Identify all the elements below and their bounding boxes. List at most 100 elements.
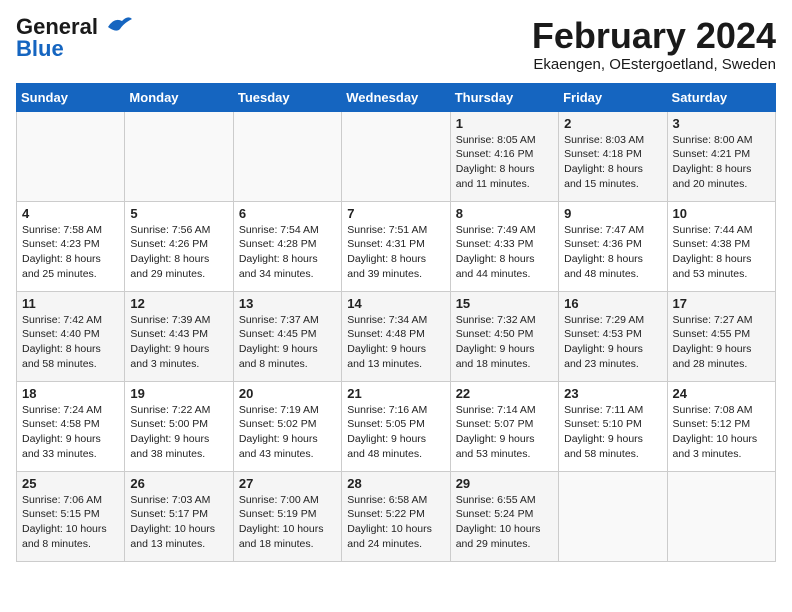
- day-info: Sunrise: 8:00 AM Sunset: 4:21 PM Dayligh…: [673, 133, 770, 192]
- day-number: 22: [456, 386, 553, 401]
- day-number: 19: [130, 386, 227, 401]
- day-info: Sunrise: 7:44 AM Sunset: 4:38 PM Dayligh…: [673, 223, 770, 282]
- calendar-cell: 16Sunrise: 7:29 AM Sunset: 4:53 PM Dayli…: [559, 291, 667, 381]
- calendar-cell: 14 Sunrise: 7:34 AM Sunset: 4:48 PM Dayli…: [342, 291, 450, 381]
- calendar-cell: [233, 111, 341, 201]
- day-number: 20: [239, 386, 336, 401]
- calendar-cell: 8 Sunrise: 7:49 AM Sunset: 4:33 PM Daylig…: [450, 201, 558, 291]
- week-row: 25 Sunrise: 7:06 AM Sunset: 5:15 PM Dayli…: [17, 471, 776, 561]
- calendar-cell: [559, 471, 667, 561]
- calendar-header: SundayMondayTuesdayWednesdayThursdayFrid…: [17, 83, 776, 111]
- calendar-cell: [342, 111, 450, 201]
- day-number: 8: [456, 206, 553, 221]
- day-info: Sunrise: 8:05 AM Sunset: 4:16 PM Dayligh…: [456, 133, 553, 192]
- header-cell-wednesday: Wednesday: [342, 83, 450, 111]
- calendar-cell: 25 Sunrise: 7:06 AM Sunset: 5:15 PM Dayli…: [17, 471, 125, 561]
- calendar-cell: 17 Sunrise: 7:27 AM Sunset: 4:55 PM Dayli…: [667, 291, 775, 381]
- header-cell-saturday: Saturday: [667, 83, 775, 111]
- day-number: 14: [347, 296, 444, 311]
- day-info: Sunrise: 7:19 AM Sunset: 5:02 PM Dayligh…: [239, 403, 336, 462]
- day-info: Sunrise: 7:29 AM Sunset: 4:53 PM Dayligh…: [564, 313, 661, 372]
- day-number: 25: [22, 476, 119, 491]
- calendar-cell: 28 Sunrise: 6:58 AM Sunset: 5:22 PM Dayli…: [342, 471, 450, 561]
- day-number: 28: [347, 476, 444, 491]
- calendar-cell: 1 Sunrise: 8:05 AM Sunset: 4:16 PM Daylig…: [450, 111, 558, 201]
- day-info: Sunrise: 6:58 AM Sunset: 5:22 PM Dayligh…: [347, 493, 444, 552]
- day-info: Sunrise: 7:37 AM Sunset: 4:45 PM Dayligh…: [239, 313, 336, 372]
- week-row: 11Sunrise: 7:42 AM Sunset: 4:40 PM Dayli…: [17, 291, 776, 381]
- day-number: 4: [22, 206, 119, 221]
- calendar-cell: 9Sunrise: 7:47 AM Sunset: 4:36 PM Daylig…: [559, 201, 667, 291]
- month-title: February 2024: [532, 16, 776, 56]
- day-info: Sunrise: 7:32 AM Sunset: 4:50 PM Dayligh…: [456, 313, 553, 372]
- calendar-table: SundayMondayTuesdayWednesdayThursdayFrid…: [16, 83, 776, 562]
- day-info: Sunrise: 7:08 AM Sunset: 5:12 PM Dayligh…: [673, 403, 770, 462]
- day-info: Sunrise: 6:55 AM Sunset: 5:24 PM Dayligh…: [456, 493, 553, 552]
- header: GeneralBlue February 2024 Ekaengen, OEst…: [16, 16, 776, 73]
- calendar-cell: 12 Sunrise: 7:39 AM Sunset: 4:43 PM Dayli…: [125, 291, 233, 381]
- day-info: Sunrise: 7:49 AM Sunset: 4:33 PM Dayligh…: [456, 223, 553, 282]
- week-row: 18 Sunrise: 7:24 AM Sunset: 4:58 PM Dayli…: [17, 381, 776, 471]
- day-number: 11: [22, 296, 119, 311]
- day-info: Sunrise: 7:27 AM Sunset: 4:55 PM Dayligh…: [673, 313, 770, 372]
- day-number: 15: [456, 296, 553, 311]
- title-area: February 2024 Ekaengen, OEstergoetland, …: [532, 16, 776, 73]
- calendar-cell: 21 Sunrise: 7:16 AM Sunset: 5:05 PM Dayli…: [342, 381, 450, 471]
- calendar-cell: [125, 111, 233, 201]
- day-info: Sunrise: 7:56 AM Sunset: 4:26 PM Dayligh…: [130, 223, 227, 282]
- calendar-cell: 10 Sunrise: 7:44 AM Sunset: 4:38 PM Dayli…: [667, 201, 775, 291]
- day-info: Sunrise: 7:03 AM Sunset: 5:17 PM Dayligh…: [130, 493, 227, 552]
- calendar-cell: 13Sunrise: 7:37 AM Sunset: 4:45 PM Dayli…: [233, 291, 341, 381]
- day-info: Sunrise: 7:11 AM Sunset: 5:10 PM Dayligh…: [564, 403, 661, 462]
- day-info: Sunrise: 7:39 AM Sunset: 4:43 PM Dayligh…: [130, 313, 227, 372]
- day-number: 10: [673, 206, 770, 221]
- week-row: 4 Sunrise: 7:58 AM Sunset: 4:23 PM Daylig…: [17, 201, 776, 291]
- calendar-cell: 27Sunrise: 7:00 AM Sunset: 5:19 PM Dayli…: [233, 471, 341, 561]
- calendar-cell: 18 Sunrise: 7:24 AM Sunset: 4:58 PM Dayli…: [17, 381, 125, 471]
- calendar-cell: 20 Sunrise: 7:19 AM Sunset: 5:02 PM Dayli…: [233, 381, 341, 471]
- day-info: Sunrise: 7:51 AM Sunset: 4:31 PM Dayligh…: [347, 223, 444, 282]
- calendar-cell: 15 Sunrise: 7:32 AM Sunset: 4:50 PM Dayli…: [450, 291, 558, 381]
- calendar-cell: 6Sunrise: 7:54 AM Sunset: 4:28 PM Daylig…: [233, 201, 341, 291]
- week-row: 1 Sunrise: 8:05 AM Sunset: 4:16 PM Daylig…: [17, 111, 776, 201]
- day-number: 18: [22, 386, 119, 401]
- day-number: 23: [564, 386, 661, 401]
- day-number: 26: [130, 476, 227, 491]
- day-number: 1: [456, 116, 553, 131]
- day-info: Sunrise: 8:03 AM Sunset: 4:18 PM Dayligh…: [564, 133, 661, 192]
- day-number: 21: [347, 386, 444, 401]
- calendar-cell: 26 Sunrise: 7:03 AM Sunset: 5:17 PM Dayli…: [125, 471, 233, 561]
- day-number: 6: [239, 206, 336, 221]
- day-info: Sunrise: 7:34 AM Sunset: 4:48 PM Dayligh…: [347, 313, 444, 372]
- day-info: Sunrise: 7:24 AM Sunset: 4:58 PM Dayligh…: [22, 403, 119, 462]
- header-cell-tuesday: Tuesday: [233, 83, 341, 111]
- day-info: Sunrise: 7:47 AM Sunset: 4:36 PM Dayligh…: [564, 223, 661, 282]
- header-cell-monday: Monday: [125, 83, 233, 111]
- day-number: 24: [673, 386, 770, 401]
- day-number: 5: [130, 206, 227, 221]
- calendar-cell: 2Sunrise: 8:03 AM Sunset: 4:18 PM Daylig…: [559, 111, 667, 201]
- header-cell-thursday: Thursday: [450, 83, 558, 111]
- day-number: 3: [673, 116, 770, 131]
- day-number: 27: [239, 476, 336, 491]
- calendar-cell: 22 Sunrise: 7:14 AM Sunset: 5:07 PM Dayli…: [450, 381, 558, 471]
- header-row: SundayMondayTuesdayWednesdayThursdayFrid…: [17, 83, 776, 111]
- calendar-cell: 5 Sunrise: 7:56 AM Sunset: 4:26 PM Daylig…: [125, 201, 233, 291]
- logo-bird-icon: [100, 13, 132, 41]
- day-number: 29: [456, 476, 553, 491]
- day-info: Sunrise: 7:22 AM Sunset: 5:00 PM Dayligh…: [130, 403, 227, 462]
- logo-text: GeneralBlue: [16, 16, 98, 60]
- day-info: Sunrise: 7:58 AM Sunset: 4:23 PM Dayligh…: [22, 223, 119, 282]
- calendar-cell: 4 Sunrise: 7:58 AM Sunset: 4:23 PM Daylig…: [17, 201, 125, 291]
- location-title: Ekaengen, OEstergoetland, Sweden: [532, 56, 776, 73]
- day-info: Sunrise: 7:06 AM Sunset: 5:15 PM Dayligh…: [22, 493, 119, 552]
- calendar-cell: 19 Sunrise: 7:22 AM Sunset: 5:00 PM Dayli…: [125, 381, 233, 471]
- day-number: 12: [130, 296, 227, 311]
- calendar-cell: 24 Sunrise: 7:08 AM Sunset: 5:12 PM Dayli…: [667, 381, 775, 471]
- calendar-cell: [17, 111, 125, 201]
- calendar-cell: 7 Sunrise: 7:51 AM Sunset: 4:31 PM Daylig…: [342, 201, 450, 291]
- day-info: Sunrise: 7:16 AM Sunset: 5:05 PM Dayligh…: [347, 403, 444, 462]
- day-number: 7: [347, 206, 444, 221]
- day-info: Sunrise: 7:14 AM Sunset: 5:07 PM Dayligh…: [456, 403, 553, 462]
- day-number: 17: [673, 296, 770, 311]
